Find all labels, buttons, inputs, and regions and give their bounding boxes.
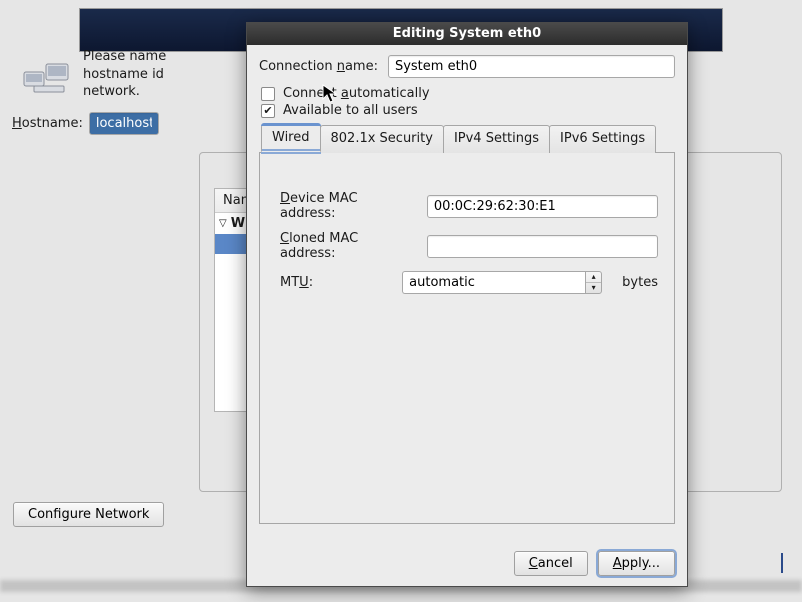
- connection-name-label: Connection name:: [259, 59, 378, 74]
- disclosure-triangle-icon: ▽: [219, 218, 227, 229]
- mtu-unit-label: bytes: [622, 275, 658, 290]
- tab-8021x-security[interactable]: 802.1x Security: [320, 125, 444, 153]
- tab-ipv6-settings[interactable]: IPv6 Settings: [549, 125, 656, 153]
- mtu-spinner[interactable]: ▴ ▾: [402, 271, 602, 294]
- configure-network-button[interactable]: Configure Network: [13, 502, 164, 527]
- mtu-step-down-icon[interactable]: ▾: [586, 283, 601, 293]
- group-label: W: [231, 216, 245, 231]
- device-mac-input[interactable]: [427, 195, 658, 218]
- dialog-title: Editing System eth0: [247, 23, 687, 45]
- mtu-label: MTU:: [280, 275, 390, 290]
- computers-icon: [22, 58, 72, 94]
- connect-automatically-label: Connect automatically: [283, 86, 430, 101]
- connect-automatically-checkbox[interactable]: [261, 87, 275, 101]
- tab-bar: Wired 802.1x Security IPv4 Settings IPv6…: [259, 124, 675, 152]
- tab-pane-wired: Device MAC address: Cloned MAC address: …: [259, 152, 675, 524]
- hostname-description: Please name hostname id network.: [83, 48, 263, 101]
- cloned-mac-input[interactable]: [427, 235, 658, 258]
- mtu-input[interactable]: [402, 271, 585, 294]
- device-mac-label: Device MAC address:: [280, 191, 415, 221]
- hostname-label: Hostname:: [12, 116, 83, 131]
- mtu-step-up-icon[interactable]: ▴: [586, 272, 601, 283]
- cloned-mac-label: Cloned MAC address:: [280, 231, 415, 261]
- tab-wired[interactable]: Wired: [261, 124, 321, 152]
- hostname-input[interactable]: [89, 112, 159, 135]
- available-all-users-label: Available to all users: [283, 103, 418, 118]
- tab-ipv4-settings[interactable]: IPv4 Settings: [443, 125, 550, 153]
- apply-button[interactable]: Apply...: [598, 551, 675, 576]
- decorative-stripe: [773, 553, 783, 573]
- cancel-button[interactable]: Cancel: [514, 551, 588, 576]
- available-all-users-checkbox[interactable]: [261, 104, 275, 118]
- edit-connection-dialog: Editing System eth0 Connection name: Con…: [246, 22, 688, 587]
- connection-name-input[interactable]: [388, 55, 675, 78]
